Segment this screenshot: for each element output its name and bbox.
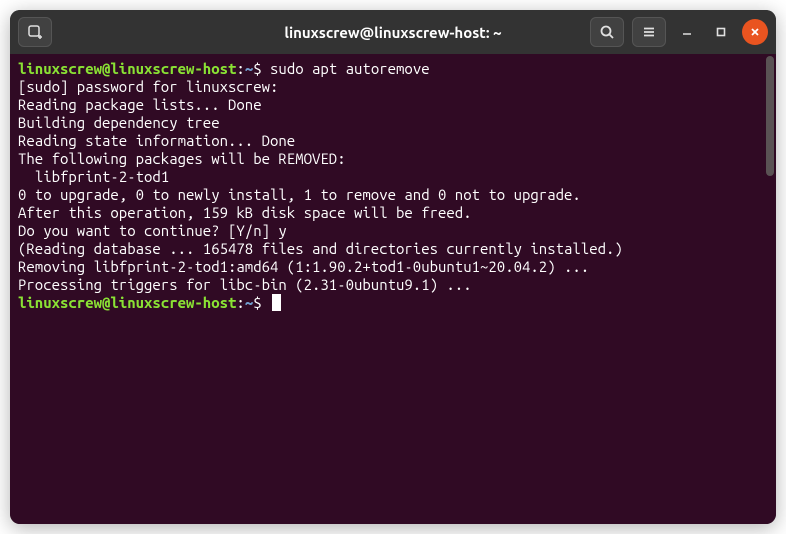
menu-icon <box>641 24 657 40</box>
new-tab-icon <box>27 24 43 40</box>
new-tab-button[interactable] <box>18 17 52 47</box>
command-text: sudo apt autoremove <box>270 60 430 77</box>
prompt-userhost: linuxscrew@linuxscrew-host <box>18 60 236 77</box>
prompt-sep: : <box>236 294 244 311</box>
prompt-userhost: linuxscrew@linuxscrew-host <box>18 294 236 311</box>
minimize-button[interactable] <box>674 19 700 45</box>
terminal-body[interactable]: linuxscrew@linuxscrew-host:~$ sudo apt a… <box>10 54 776 524</box>
maximize-button[interactable] <box>708 19 734 45</box>
output-line: 0 to upgrade, 0 to newly install, 1 to r… <box>18 186 768 204</box>
search-icon <box>599 24 615 40</box>
output-line: Removing libfprint-2-tod1:amd64 (1:1.90.… <box>18 258 768 276</box>
output-line: Reading state information... Done <box>18 132 768 150</box>
close-icon <box>749 26 761 38</box>
output-line: Reading package lists... Done <box>18 96 768 114</box>
output-line: After this operation, 159 kB disk space … <box>18 204 768 222</box>
minimize-icon <box>681 26 693 38</box>
output-line: The following packages will be REMOVED: <box>18 150 768 168</box>
maximize-icon <box>715 26 727 38</box>
prompt-line-1: linuxscrew@linuxscrew-host:~$ sudo apt a… <box>18 60 768 78</box>
output-line: Building dependency tree <box>18 114 768 132</box>
titlebar[interactable]: linuxscrew@linuxscrew-host: ~ <box>10 10 776 54</box>
search-button[interactable] <box>590 17 624 47</box>
output-line: Processing triggers for libc-bin (2.31-0… <box>18 276 768 294</box>
output-line: (Reading database ... 165478 files and d… <box>18 240 768 258</box>
close-button[interactable] <box>742 19 768 45</box>
output-line: libfprint-2-tod1 <box>18 168 768 186</box>
output-line: [sudo] password for linuxscrew: <box>18 78 768 96</box>
cursor-block <box>272 294 281 311</box>
output-line: Do you want to continue? [Y/n] y <box>18 222 768 240</box>
titlebar-right <box>590 17 768 47</box>
prompt-cwd: ~ <box>245 60 253 77</box>
prompt-symbol: $ <box>253 294 261 311</box>
prompt-cwd: ~ <box>245 294 253 311</box>
prompt-line-2: linuxscrew@linuxscrew-host:~$ <box>18 294 768 312</box>
menu-button[interactable] <box>632 17 666 47</box>
scrollbar-thumb[interactable] <box>766 56 774 176</box>
window-title: linuxscrew@linuxscrew-host: ~ <box>284 24 501 41</box>
terminal-window: linuxscrew@linuxscrew-host: ~ <box>10 10 776 524</box>
prompt-sep: : <box>236 60 244 77</box>
scrollbar[interactable] <box>765 54 775 524</box>
prompt-symbol: $ <box>253 60 261 77</box>
